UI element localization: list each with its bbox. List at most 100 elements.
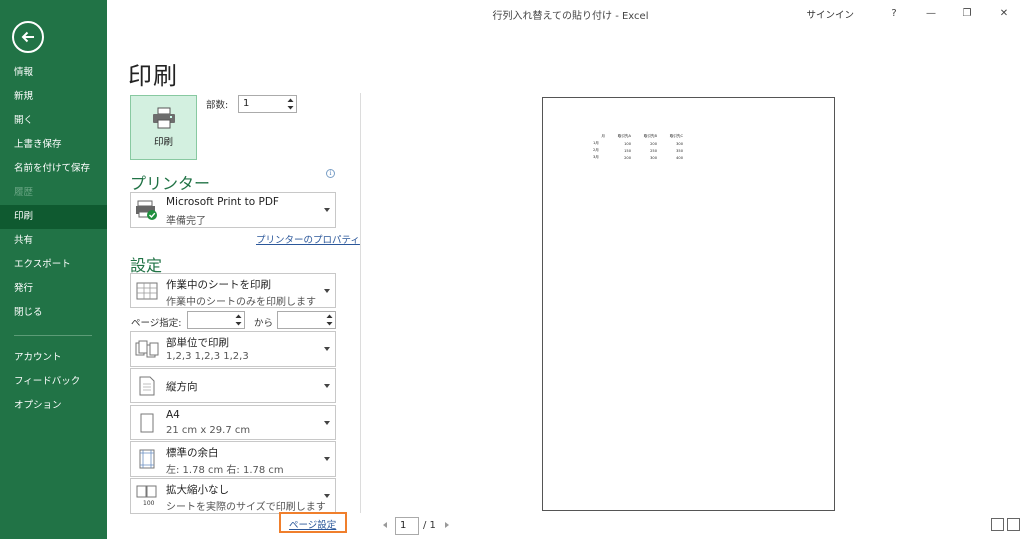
pages-label: ページ指定: bbox=[131, 318, 182, 329]
nav-feedback[interactable]: フィードバック bbox=[0, 370, 107, 394]
chevron-down-icon bbox=[324, 494, 330, 498]
preview-table: 月 取引先A 取引先B 取引先C 1月 100 200 300 2月 150 2… bbox=[593, 134, 683, 162]
backstage-sidebar: 情報 新規 開く 上書き保存 名前を付けて保存 履歴 印刷 共有 エクスポート … bbox=[0, 0, 107, 539]
pages-from-spinner-icon[interactable] bbox=[234, 313, 242, 327]
pages-to-input[interactable] bbox=[277, 311, 336, 329]
printer-status: 準備完了 bbox=[166, 216, 206, 227]
copies-label: 部数: bbox=[206, 100, 229, 111]
info-icon[interactable]: i bbox=[326, 169, 335, 178]
backstage-nav: 情報 新規 開く 上書き保存 名前を付けて保存 履歴 印刷 共有 エクスポート … bbox=[0, 61, 107, 418]
nav-options[interactable]: オプション bbox=[0, 394, 107, 418]
back-arrow-icon bbox=[21, 31, 34, 43]
margins-dropdown[interactable]: 標準の余白 左: 1.78 cm 右: 1.78 cm bbox=[130, 441, 336, 477]
nav-share[interactable]: 共有 bbox=[0, 229, 107, 253]
table-cell: 250 bbox=[650, 148, 657, 153]
table-cell: 350 bbox=[676, 148, 683, 153]
table-row: 2月 150 250 350 bbox=[593, 148, 683, 155]
close-button[interactable]: ✕ bbox=[989, 2, 1019, 24]
print-preview-page: 月 取引先A 取引先B 取引先C 1月 100 200 300 2月 150 2… bbox=[542, 97, 835, 511]
minimize-button[interactable]: — bbox=[916, 2, 946, 24]
table-cell: 200 bbox=[624, 155, 631, 160]
table-cell: 400 bbox=[676, 155, 683, 160]
previous-page-icon[interactable] bbox=[383, 522, 387, 528]
nav-export[interactable]: エクスポート bbox=[0, 253, 107, 277]
nav-close[interactable]: 閉じる bbox=[0, 301, 107, 325]
nav-save[interactable]: 上書き保存 bbox=[0, 133, 107, 157]
collate-sub: 1,2,3 1,2,3 1,2,3 bbox=[166, 351, 249, 362]
nav-print[interactable]: 印刷 bbox=[0, 205, 107, 229]
nav-new[interactable]: 新規 bbox=[0, 85, 107, 109]
table-cell: 300 bbox=[650, 155, 657, 160]
table-cell: 取引先B bbox=[643, 134, 657, 138]
collate-dropdown[interactable]: 部単位で印刷 1,2,3 1,2,3 1,2,3 bbox=[130, 331, 336, 367]
orientation-dropdown[interactable]: 縦方向 bbox=[130, 368, 336, 403]
print-what-dropdown[interactable]: 作業中のシートを印刷 作業中のシートのみを印刷します bbox=[130, 273, 336, 308]
help-button[interactable]: ? bbox=[879, 2, 909, 24]
copies-input[interactable]: 1 bbox=[238, 95, 297, 113]
paper-icon bbox=[135, 411, 159, 435]
nav-history: 履歴 bbox=[14, 187, 34, 198]
orientation-title: 縦方向 bbox=[166, 381, 198, 393]
pages-to-label: から bbox=[254, 318, 274, 329]
collate-icon bbox=[135, 337, 159, 361]
copies-spinner-icon[interactable] bbox=[286, 97, 294, 111]
table-cell: 2月 bbox=[593, 148, 599, 152]
margins-sub: 左: 1.78 cm 右: 1.78 cm bbox=[166, 465, 284, 476]
chevron-down-icon bbox=[324, 288, 330, 293]
sheet-grid-icon bbox=[135, 279, 159, 303]
restore-button[interactable]: ❐ bbox=[952, 2, 982, 24]
pages-from-input[interactable] bbox=[187, 311, 245, 329]
printer-heading: プリンター bbox=[130, 174, 211, 193]
page-title: 印刷 bbox=[128, 62, 178, 90]
table-cell: 取引先C bbox=[669, 134, 683, 138]
print-button[interactable]: 印刷 bbox=[130, 95, 197, 160]
table-cell: 1月 bbox=[593, 141, 599, 145]
current-page-input[interactable]: 1 bbox=[395, 517, 419, 535]
print-button-label: 印刷 bbox=[153, 137, 173, 148]
table-cell: 300 bbox=[676, 141, 683, 146]
next-page-icon[interactable] bbox=[445, 522, 449, 528]
back-arrow-button[interactable] bbox=[12, 21, 44, 53]
nav-save-as[interactable]: 名前を付けて保存 bbox=[0, 157, 107, 181]
printer-properties-link[interactable]: プリンターのプロパティ bbox=[256, 232, 360, 246]
total-pages: / 1 bbox=[423, 520, 436, 531]
chevron-down-icon bbox=[324, 457, 330, 461]
title-bar: 行列入れ替えての貼り付け - Excel サインイン ? — ❐ ✕ bbox=[107, 0, 1024, 28]
preview-zoom-controls bbox=[991, 518, 1020, 531]
collate-title: 部単位で印刷 bbox=[166, 337, 229, 349]
table-cell: 150 bbox=[624, 148, 631, 153]
printer-ready-icon bbox=[135, 198, 159, 222]
panel-divider bbox=[360, 93, 361, 513]
print-what-title: 作業中のシートを印刷 bbox=[166, 279, 271, 291]
scaling-sub: シートを実際のサイズで印刷します bbox=[166, 502, 326, 513]
nav-open[interactable]: 開く bbox=[0, 109, 107, 133]
show-margins-icon[interactable] bbox=[991, 518, 1004, 531]
printer-name: Microsoft Print to PDF bbox=[166, 196, 279, 208]
nav-info[interactable]: 情報 bbox=[0, 61, 107, 85]
printer-icon bbox=[152, 107, 175, 129]
margins-icon bbox=[135, 447, 159, 471]
scaling-dropdown[interactable]: 100 拡大縮小なし シートを実際のサイズで印刷します bbox=[130, 478, 336, 514]
table-row: 月 取引先A 取引先B 取引先C bbox=[593, 134, 683, 141]
nav-account[interactable]: アカウント bbox=[0, 346, 107, 370]
paper-size-title: A4 bbox=[166, 409, 180, 421]
chevron-down-icon bbox=[324, 347, 330, 351]
printer-dropdown[interactable]: Microsoft Print to PDF 準備完了 bbox=[130, 192, 336, 228]
excel-backstage-print: 情報 新規 開く 上書き保存 名前を付けて保存 履歴 印刷 共有 エクスポート … bbox=[0, 0, 1024, 539]
nav-publish[interactable]: 発行 bbox=[0, 277, 107, 301]
paper-size-dropdown[interactable]: A4 21 cm x 29.7 cm bbox=[130, 405, 336, 440]
chevron-down-icon bbox=[324, 383, 330, 388]
margins-title: 標準の余白 bbox=[166, 447, 219, 459]
table-cell: 200 bbox=[650, 141, 657, 146]
chevron-down-icon bbox=[324, 420, 330, 425]
table-cell: 100 bbox=[624, 141, 631, 146]
table-row: 3月 200 300 400 bbox=[593, 155, 683, 162]
chevron-down-icon bbox=[324, 208, 330, 212]
portrait-page-icon bbox=[135, 374, 159, 398]
pages-to-spinner-icon[interactable] bbox=[325, 313, 333, 327]
table-cell: 取引先A bbox=[617, 134, 631, 138]
zoom-to-page-icon[interactable] bbox=[1007, 518, 1020, 531]
paper-size-sub: 21 cm x 29.7 cm bbox=[166, 425, 251, 436]
page-setup-link[interactable]: ページ設定 bbox=[289, 517, 336, 531]
signin-link[interactable]: サインイン bbox=[806, 7, 854, 21]
